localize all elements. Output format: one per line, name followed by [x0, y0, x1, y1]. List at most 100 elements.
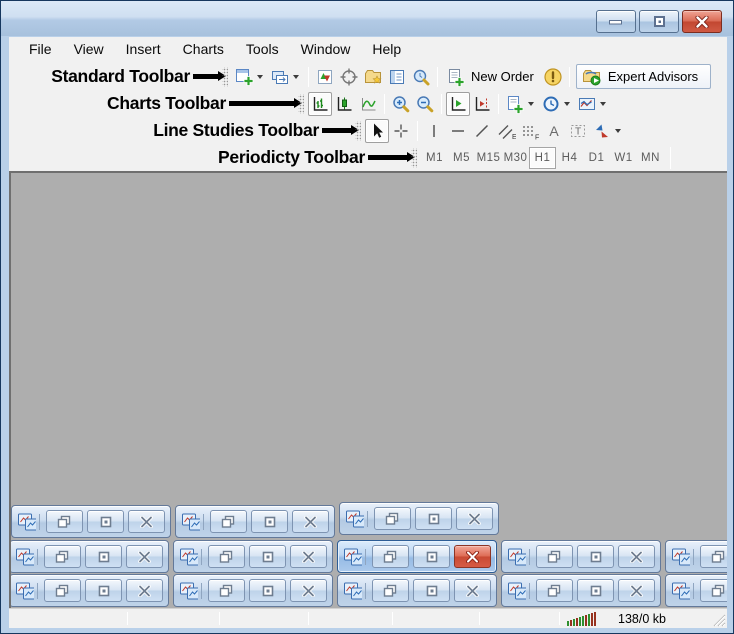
periods-dropdown[interactable] [564, 102, 570, 106]
zoom-in-button[interactable] [389, 92, 413, 116]
minimized-chart-window[interactable] [339, 502, 499, 535]
restore-button[interactable] [44, 579, 81, 602]
arrow-styles-button[interactable] [590, 119, 614, 143]
restore-button[interactable] [700, 579, 727, 602]
restore-button[interactable] [44, 545, 81, 568]
arrow-styles-dropdown[interactable] [615, 129, 621, 133]
strategy-tester-button[interactable] [409, 65, 433, 89]
period-m5-button[interactable]: M5 [448, 147, 475, 169]
indicators-button[interactable] [575, 92, 599, 116]
horizontal-line-button[interactable] [446, 119, 470, 143]
maximize-button[interactable] [415, 507, 452, 530]
chart-shift-button[interactable] [470, 92, 494, 116]
fibonacci-retracement-button[interactable]: F [518, 119, 542, 143]
period-m30-button[interactable]: M30 [502, 147, 529, 169]
toolbar-grip[interactable] [222, 67, 228, 87]
toolbar-grip[interactable] [411, 148, 417, 168]
auto-scroll-button[interactable] [446, 92, 470, 116]
restore-button[interactable] [536, 545, 573, 568]
minimized-chart-window[interactable] [501, 574, 661, 607]
maximize-button[interactable] [249, 545, 286, 568]
alert-button[interactable] [541, 65, 565, 89]
minimized-chart-window[interactable] [11, 505, 171, 538]
equidistant-channel-button[interactable]: E [494, 119, 518, 143]
line-chart-button[interactable] [356, 92, 380, 116]
close-button[interactable] [292, 510, 329, 533]
close-button[interactable] [454, 545, 491, 568]
vertical-line-button[interactable] [422, 119, 446, 143]
expert-advisors-button[interactable]: Expert Advisors [576, 64, 711, 89]
restore-button[interactable] [700, 545, 727, 568]
close-button[interactable] [618, 545, 655, 568]
favorites-button[interactable] [361, 65, 385, 89]
menu-charts[interactable]: Charts [172, 38, 235, 60]
templates-button[interactable] [503, 92, 527, 116]
restore-button[interactable] [208, 579, 245, 602]
restore-button[interactable] [210, 510, 247, 533]
toolbar-grip[interactable] [355, 121, 361, 141]
minimized-chart-window[interactable] [173, 574, 333, 607]
close-button[interactable] [454, 579, 491, 602]
maximize-button[interactable] [251, 510, 288, 533]
maximize-button[interactable] [413, 545, 450, 568]
restore-button[interactable] [208, 545, 245, 568]
minimized-chart-window[interactable] [337, 574, 497, 607]
profiles-dropdown[interactable] [293, 75, 299, 79]
period-mn-button[interactable]: MN [637, 147, 664, 169]
menu-file[interactable]: File [18, 38, 63, 60]
close-button[interactable] [126, 545, 163, 568]
period-h4-button[interactable]: H4 [556, 147, 583, 169]
restore-button[interactable] [372, 579, 409, 602]
close-button[interactable] [456, 507, 493, 530]
market-watch-button[interactable] [313, 65, 337, 89]
menu-insert[interactable]: Insert [115, 38, 172, 60]
maximize-button[interactable] [85, 545, 122, 568]
data-window-button[interactable] [385, 65, 409, 89]
maximize-button[interactable] [577, 579, 614, 602]
minimized-chart-window-active[interactable] [337, 540, 497, 573]
close-button[interactable] [618, 579, 655, 602]
bar-chart-button[interactable] [308, 92, 332, 116]
period-w1-button[interactable]: W1 [610, 147, 637, 169]
period-m15-button[interactable]: M15 [475, 147, 502, 169]
menu-help[interactable]: Help [361, 38, 412, 60]
period-d1-button[interactable]: D1 [583, 147, 610, 169]
minimized-chart-window[interactable] [9, 540, 169, 573]
new-chart-dropdown[interactable] [257, 75, 263, 79]
period-h1-button[interactable]: H1 [529, 147, 556, 169]
minimized-chart-window[interactable] [665, 574, 727, 607]
restore-button[interactable] [372, 545, 409, 568]
periods-button[interactable] [539, 92, 563, 116]
resize-grip[interactable] [711, 612, 726, 627]
text-button[interactable]: A [542, 119, 566, 143]
text-label-button[interactable]: T [566, 119, 590, 143]
period-m1-button[interactable]: M1 [421, 147, 448, 169]
menu-tools[interactable]: Tools [235, 38, 290, 60]
close-button[interactable] [126, 579, 163, 602]
minimized-chart-window[interactable] [9, 574, 169, 607]
minimized-chart-window[interactable] [501, 540, 661, 573]
maximize-button[interactable] [249, 579, 286, 602]
templates-dropdown[interactable] [528, 102, 534, 106]
toolbar-grip[interactable] [298, 94, 304, 114]
close-button[interactable] [290, 545, 327, 568]
profiles-button[interactable] [268, 65, 292, 89]
maximize-button[interactable] [85, 579, 122, 602]
maximize-button[interactable] [413, 579, 450, 602]
restore-button[interactable] [46, 510, 83, 533]
minimized-chart-window[interactable] [173, 540, 333, 573]
trendline-button[interactable] [470, 119, 494, 143]
candlestick-chart-button[interactable] [332, 92, 356, 116]
maximize-button[interactable] [87, 510, 124, 533]
close-button[interactable] [128, 510, 165, 533]
close-button[interactable] [290, 579, 327, 602]
navigator-button[interactable] [337, 65, 361, 89]
minimized-chart-window[interactable] [175, 505, 335, 538]
close-button[interactable] [682, 10, 722, 33]
restore-button[interactable] [536, 579, 573, 602]
new-chart-button[interactable] [232, 65, 256, 89]
maximize-button[interactable] [577, 545, 614, 568]
restore-button[interactable] [374, 507, 411, 530]
minimized-chart-window[interactable] [665, 540, 727, 573]
minimize-button[interactable] [596, 10, 636, 33]
